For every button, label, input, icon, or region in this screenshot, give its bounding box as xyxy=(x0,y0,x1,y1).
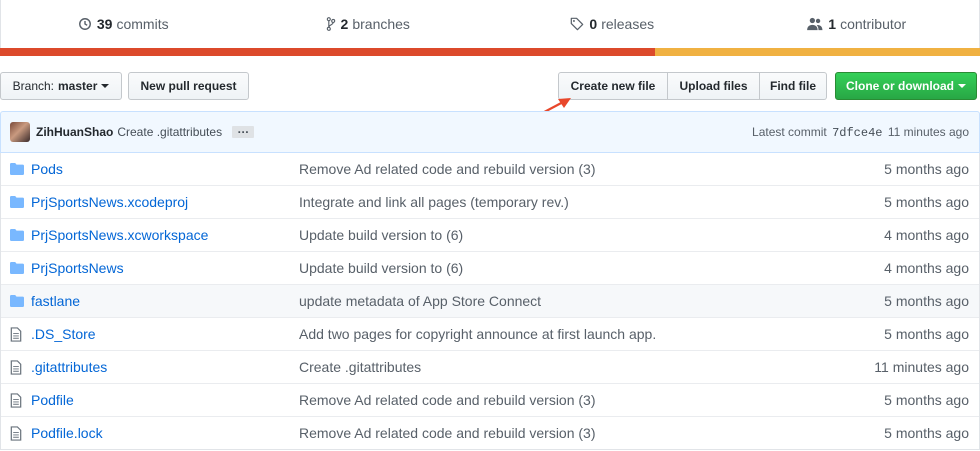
history-icon xyxy=(78,18,91,30)
contributors-count: 1 xyxy=(828,16,837,32)
commit-sha[interactable]: 7dfce4e xyxy=(832,126,882,140)
file-age: 5 months ago xyxy=(884,161,969,177)
file-commit-message-link[interactable]: Add two pages for copyright announce at … xyxy=(299,326,656,342)
file-row: .gitattributes Create .gitattributes 11 mi… xyxy=(1,350,979,383)
avatar[interactable] xyxy=(10,122,30,142)
file-name-link[interactable]: PrjSportsNews.xcworkspace xyxy=(31,227,295,243)
new-pull-request-button[interactable]: New pull request xyxy=(128,72,249,100)
file-row: Podfile.lock Remove Ad related code and r… xyxy=(1,416,979,449)
file-row: Pods Remove Ad related code and rebuild v… xyxy=(1,153,979,185)
commits-count: 39 xyxy=(96,16,113,32)
branches-count: 2 xyxy=(340,16,349,32)
language-bar[interactable] xyxy=(0,48,980,56)
repo-summary: 39 commits 2 branches 0 releases 1 contr… xyxy=(0,0,980,48)
latest-commit-info: Latest commit 7dfce4e 11 minutes ago xyxy=(752,125,969,140)
people-icon xyxy=(807,17,823,31)
file-commit-message-link[interactable]: Create .gitattributes xyxy=(299,359,421,375)
expand-commit-button[interactable]: … xyxy=(232,123,255,138)
commit-age: 11 minutes ago xyxy=(887,124,969,139)
clone-label: Clone or download xyxy=(846,79,954,93)
file-icon xyxy=(10,392,26,408)
commits-label: commits xyxy=(116,16,169,32)
caret-down-icon xyxy=(101,84,110,88)
folder-icon xyxy=(10,295,26,307)
file-age: 4 months ago xyxy=(884,227,969,243)
file-commit-message-link[interactable]: Remove Ad related code and rebuild versi… xyxy=(299,425,596,441)
language-bar-secondary xyxy=(655,48,980,56)
file-name-link[interactable]: .gitattributes xyxy=(31,359,295,375)
file-row: PrjSportsNews.xcodeproj Integrate and lin… xyxy=(1,185,979,218)
branch-prefix: Branch: xyxy=(12,79,54,93)
file-name-link[interactable]: fastlane xyxy=(31,293,295,309)
file-row: PrjSportsNews Update build version to (6)… xyxy=(1,251,979,284)
file-age: 5 months ago xyxy=(884,392,969,408)
caret-down-icon xyxy=(958,84,966,88)
file-icon xyxy=(10,425,26,441)
file-row: PrjSportsNews.xcworkspace Update build ve… xyxy=(1,218,979,251)
file-name-link[interactable]: PrjSportsNews xyxy=(31,260,295,276)
file-icon xyxy=(10,359,26,375)
contributors-link[interactable]: 1 contributor xyxy=(735,0,980,48)
upload-files-button[interactable]: Upload files xyxy=(668,72,760,100)
file-row: Podfile Remove Ad related code and rebuil… xyxy=(1,383,979,416)
folder-icon xyxy=(10,262,26,274)
file-name-link[interactable]: PrjSportsNews.xcodeproj xyxy=(31,194,295,210)
branches-label: branches xyxy=(352,16,410,32)
releases-count: 0 xyxy=(589,16,598,32)
commits-link[interactable]: 39 commits xyxy=(1,0,246,48)
clone-or-download-button[interactable]: Clone or download xyxy=(835,72,977,100)
file-commit-message-link[interactable]: Remove Ad related code and rebuild versi… xyxy=(299,392,596,408)
file-name-link[interactable]: Pods xyxy=(31,161,295,177)
commit-message[interactable]: Create .gitattributes xyxy=(117,125,222,139)
tag-icon xyxy=(571,17,584,31)
file-commit-message-link[interactable]: Update build version to (6) xyxy=(299,260,463,276)
file-commit-message-link[interactable]: Integrate and link all pages (temporary … xyxy=(299,194,569,210)
file-list: Pods Remove Ad related code and rebuild v… xyxy=(0,153,980,450)
file-actions-group: Create new file Upload files Find file xyxy=(558,72,827,100)
folder-icon xyxy=(10,163,26,175)
file-age: 11 minutes ago xyxy=(874,359,969,375)
file-age: 4 months ago xyxy=(884,260,969,276)
file-age: 5 months ago xyxy=(884,326,969,342)
file-age: 5 months ago xyxy=(884,293,969,309)
file-name-link[interactable]: .DS_Store xyxy=(31,326,295,342)
releases-link[interactable]: 0 releases xyxy=(490,0,735,48)
commit-author[interactable]: ZihHuanShao xyxy=(36,125,113,139)
folder-icon xyxy=(10,196,26,208)
contributors-label: contributor xyxy=(840,16,907,32)
file-commit-message-link[interactable]: update metadata of App Store Connect xyxy=(299,293,541,309)
git-branch-icon xyxy=(326,17,335,31)
branches-link[interactable]: 2 branches xyxy=(246,0,491,48)
branch-select-button[interactable]: Branch: master xyxy=(0,72,122,100)
file-row: .DS_Store Add two pages for copyright ann… xyxy=(1,317,979,350)
file-name-link[interactable]: Podfile.lock xyxy=(31,425,295,441)
file-age: 5 months ago xyxy=(884,425,969,441)
file-icon xyxy=(10,326,26,342)
file-row: fastlane update metadata of App Store Con… xyxy=(1,284,979,317)
file-commit-message-link[interactable]: Remove Ad related code and rebuild versi… xyxy=(299,161,596,177)
file-commit-message-link[interactable]: Update build version to (6) xyxy=(299,227,463,243)
releases-label: releases xyxy=(601,16,655,32)
latest-commit-bar: ZihHuanShao Create .gitattributes … Late… xyxy=(0,111,980,153)
file-age: 5 months ago xyxy=(884,194,969,210)
find-file-button[interactable]: Find file xyxy=(760,72,827,100)
latest-commit-prefix: Latest commit xyxy=(752,124,827,139)
folder-icon xyxy=(10,229,26,241)
language-bar-primary xyxy=(0,48,655,56)
file-name-link[interactable]: Podfile xyxy=(31,392,295,408)
branch-name: master xyxy=(58,79,98,93)
